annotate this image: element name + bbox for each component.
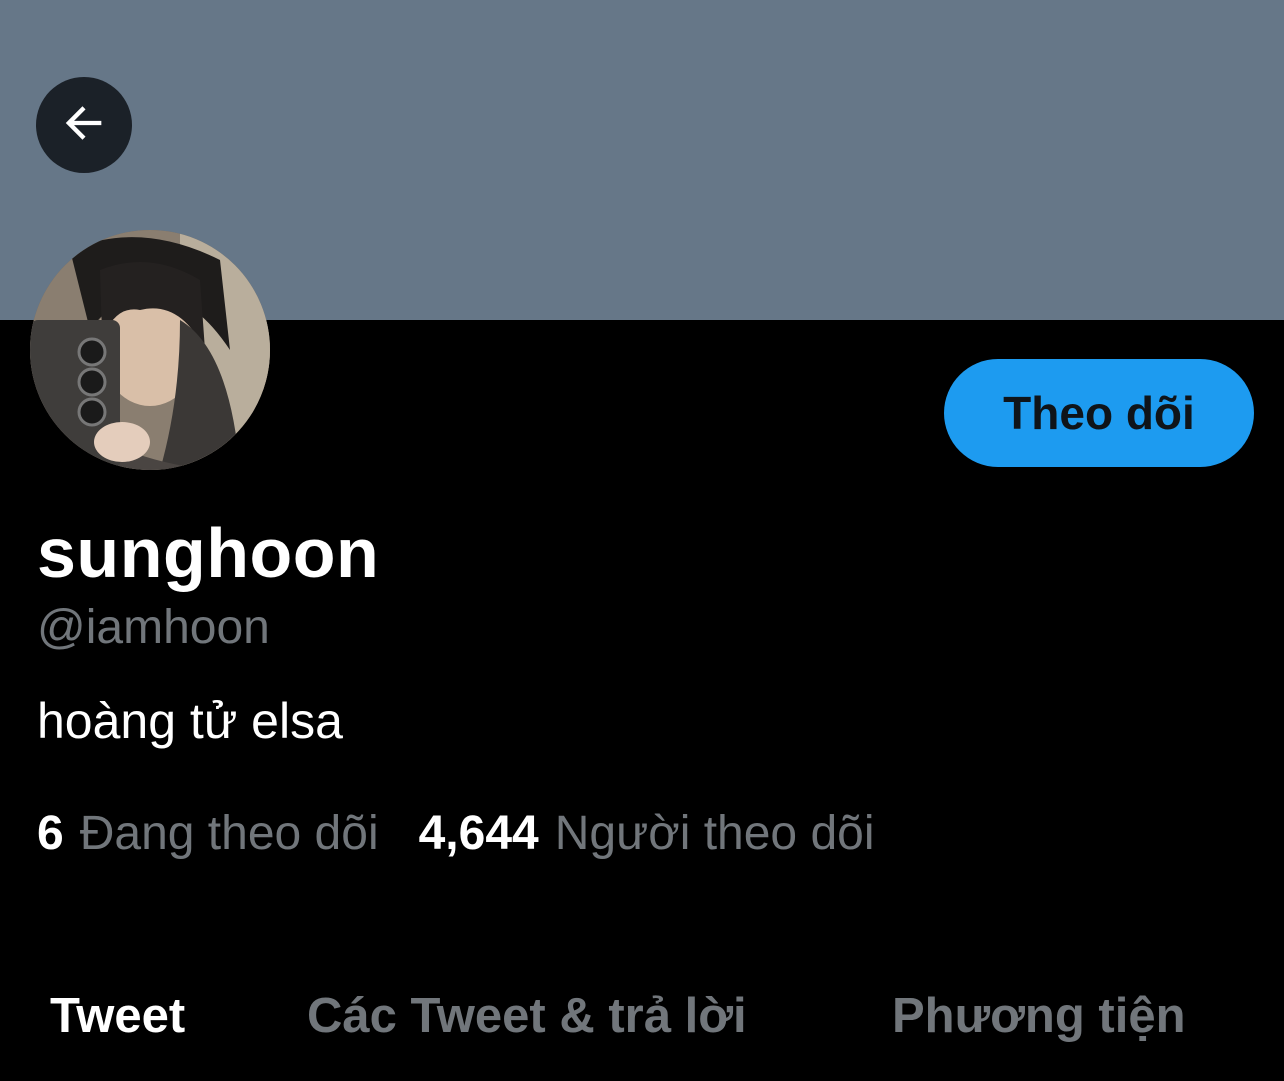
- profile-bio: hoàng tử elsa: [37, 693, 343, 749]
- tab-tweets[interactable]: Tweet: [50, 984, 185, 1048]
- profile-tabs: Tweet Các Tweet & trả lời Phương tiện: [0, 984, 1284, 1054]
- profile-page: Theo dõi sunghoon @iamhoon hoàng tử elsa…: [0, 0, 1284, 1081]
- followers-stat[interactable]: 4,644 Người theo dõi: [419, 804, 875, 864]
- follow-stats: 6 Đang theo dõi 4,644 Người theo dõi: [37, 804, 875, 864]
- following-count: 6: [37, 807, 64, 860]
- followers-count: 4,644: [418, 807, 539, 860]
- back-button[interactable]: [36, 77, 132, 173]
- followers-label: Người theo dõi: [554, 807, 875, 860]
- following-label: Đang theo dõi: [79, 807, 379, 860]
- arrow-left-icon: [58, 97, 110, 154]
- tab-tweets-and-replies[interactable]: Các Tweet & trả lời: [307, 984, 747, 1048]
- following-stat[interactable]: 6 Đang theo dõi: [37, 804, 379, 864]
- display-name: sunghoon: [37, 514, 380, 592]
- follow-button[interactable]: Theo dõi: [944, 359, 1254, 467]
- avatar[interactable]: [30, 230, 270, 470]
- user-handle: @iamhoon: [37, 601, 270, 654]
- tab-media[interactable]: Phương tiện: [892, 984, 1186, 1048]
